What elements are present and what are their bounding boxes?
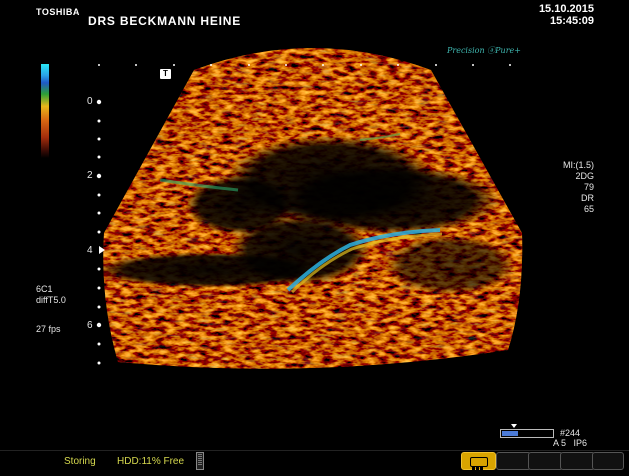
cine-position-marker[interactable]	[511, 424, 517, 428]
image-mode-badge: T	[160, 69, 171, 79]
film-icon	[470, 457, 488, 471]
probe-name: 6C1	[36, 284, 53, 294]
focus-marker-icon[interactable]	[99, 246, 105, 254]
dynamic-range-value: 65	[583, 204, 594, 214]
probe-info: 6C1 diffT5.0	[36, 284, 66, 306]
cine-progress-bar[interactable]	[500, 429, 554, 438]
mechanical-index: MI:(1.5)	[562, 160, 594, 170]
toolbar-button-5[interactable]	[592, 452, 624, 470]
toolbar-button-2[interactable]	[496, 452, 531, 470]
ultrasound-sector-image	[96, 48, 523, 369]
gain-label: 2DG	[575, 171, 594, 181]
battery-icon	[196, 452, 204, 470]
hdd-status: HDD:11% Free	[117, 456, 185, 467]
depth-label-2: 2	[87, 170, 93, 181]
acquisition-params: MI:(1.5) 2DG 79 DR 65	[563, 160, 594, 215]
frame-rate: 27 fps	[36, 324, 61, 334]
gain-value: 79	[583, 182, 594, 192]
toolbar-button-1[interactable]	[461, 452, 496, 471]
depth-label-6: 6	[87, 320, 93, 331]
frame-number: #244	[560, 428, 581, 438]
frame-sub-label: A 5 IP6	[553, 438, 588, 448]
toolbar-button-4[interactable]	[560, 452, 595, 470]
toolbar-button-3[interactable]	[528, 452, 563, 470]
dynamic-range-label: DR	[581, 193, 594, 203]
depth-label-0: 0	[87, 96, 93, 107]
storing-status: Storing	[64, 456, 96, 467]
depth-label-4: 4	[87, 245, 93, 256]
imaging-mode: diffT5.0	[36, 295, 66, 305]
cine-progress-fill	[502, 431, 518, 436]
